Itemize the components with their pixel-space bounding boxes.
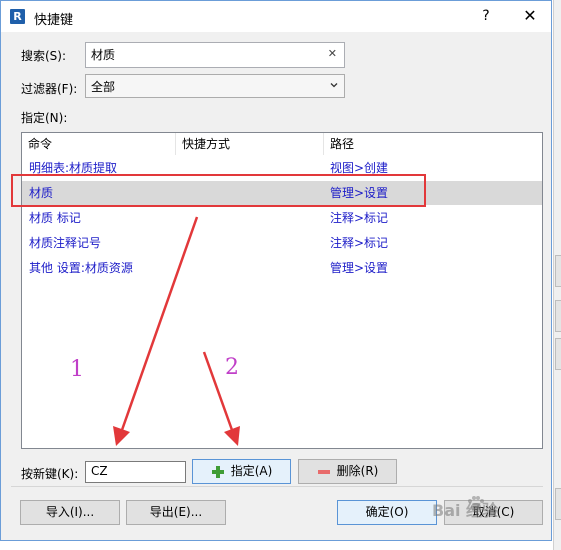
watermark: Bai 经验 — [432, 501, 499, 520]
step-number-1: 1 — [70, 357, 84, 382]
arrow-2-head — [224, 426, 240, 446]
step-number-2: 2 — [225, 355, 239, 380]
arrow-1-line — [120, 216, 199, 431]
arrow-1-head — [113, 426, 130, 446]
annotation-arrows — [113, 216, 240, 446]
